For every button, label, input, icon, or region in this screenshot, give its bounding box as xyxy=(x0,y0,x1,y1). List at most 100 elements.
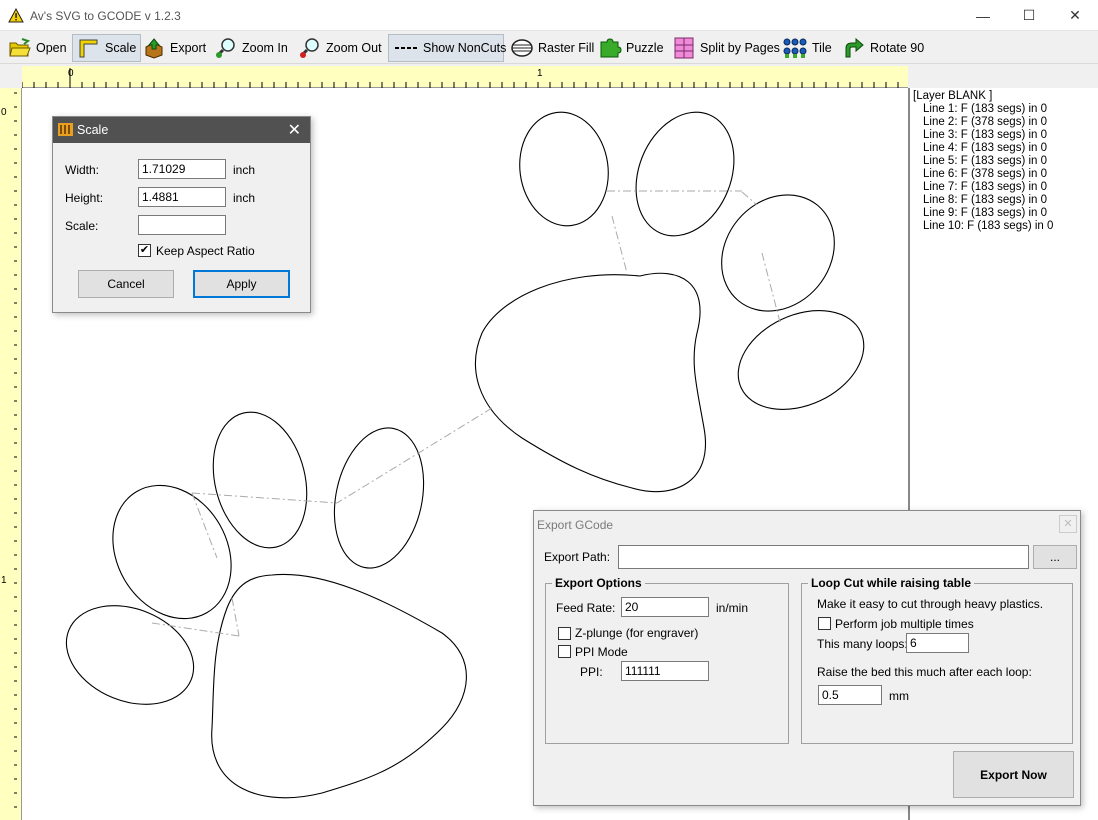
h-ruler-label-zero: 0 xyxy=(68,68,74,79)
close-window-button[interactable]: ✕ xyxy=(1052,0,1098,31)
layer-line-item[interactable]: Line 6: F (378 segs) in 0 xyxy=(913,168,1095,181)
export-dialog-titlebar[interactable]: Export GCode ✕ xyxy=(534,511,1080,537)
pad-shape[interactable] xyxy=(211,573,467,799)
close-icon[interactable]: ✕ xyxy=(1059,515,1077,533)
scale-input[interactable] xyxy=(138,215,226,235)
minimize-button[interactable]: — xyxy=(960,0,1006,31)
close-icon: ✕ xyxy=(1069,7,1081,23)
horizontal-ruler: 0 1 xyxy=(22,66,908,88)
split-pages-icon xyxy=(674,37,694,59)
open-button[interactable]: Open xyxy=(4,34,71,62)
checkmark-icon: ✔ xyxy=(139,244,150,256)
export-button[interactable]: Export xyxy=(138,34,210,62)
feed-rate-input[interactable] xyxy=(621,597,709,617)
keep-aspect-label: Keep Aspect Ratio xyxy=(156,244,255,258)
export-label: Export xyxy=(170,41,207,55)
scale-dialog-icon xyxy=(58,123,73,136)
toe-shape[interactable] xyxy=(512,106,615,231)
apply-button[interactable]: Apply xyxy=(193,270,290,298)
rotate-icon xyxy=(845,37,864,58)
puzzle-label: Puzzle xyxy=(626,41,664,55)
h-ruler-label-one: 1 xyxy=(537,68,543,79)
raise-bed-unit: mm xyxy=(889,689,909,703)
tile-button[interactable]: Tile xyxy=(778,34,836,62)
height-unit: inch xyxy=(233,191,256,205)
ppi-mode-checkbox[interactable] xyxy=(558,645,571,658)
loop-description: Make it easy to cut through heavy plasti… xyxy=(817,597,1044,611)
rotate-90-button[interactable]: Rotate 90 xyxy=(838,34,928,62)
pad-shape[interactable] xyxy=(475,272,706,493)
width-label: Width: xyxy=(65,163,100,177)
height-input[interactable] xyxy=(138,187,226,207)
loops-label: This many loops: xyxy=(817,637,908,651)
warning-logo-icon xyxy=(8,7,24,26)
width-input[interactable] xyxy=(138,159,226,179)
scale-dialog-title: Scale xyxy=(77,123,109,137)
title-bar: Av's SVG to GCODE v 1.2.3 — ☐ ✕ xyxy=(0,0,1098,31)
apply-label: Apply xyxy=(226,277,257,291)
layer-header[interactable]: [Layer BLANK ] xyxy=(913,90,1095,103)
layer-line-item[interactable]: Line 4: F (183 segs) in 0 xyxy=(913,142,1095,155)
split-by-pages-button[interactable]: Split by Pages xyxy=(668,34,784,62)
height-label: Height: xyxy=(65,191,104,205)
maximize-button[interactable]: ☐ xyxy=(1006,0,1052,31)
feed-rate-unit: in/min xyxy=(716,601,749,615)
layer-line-item[interactable]: Line 1: F (183 segs) in 0 xyxy=(913,103,1095,116)
ppi-input[interactable] xyxy=(621,661,709,681)
zoom-out-button[interactable]: Zoom Out xyxy=(294,34,386,62)
dashed-line-icon xyxy=(395,47,417,49)
maximize-icon: ☐ xyxy=(1022,7,1036,23)
toe-shape[interactable] xyxy=(322,420,436,577)
loop-cut-group: Loop Cut while raising table Make it eas… xyxy=(801,576,1073,744)
loops-input[interactable] xyxy=(906,633,969,653)
export-path-input[interactable] xyxy=(618,545,1029,569)
zoom-out-label: Zoom Out xyxy=(326,41,382,55)
layer-line-item[interactable]: Line 5: F (183 segs) in 0 xyxy=(913,155,1095,168)
keep-aspect-checkbox[interactable]: ✔ xyxy=(138,244,151,257)
toe-shape[interactable] xyxy=(89,464,254,640)
toolbar: Open Scale Export Zoom In Zoom Out Show … xyxy=(0,32,1098,64)
tile-label: Tile xyxy=(812,41,832,55)
scale-button[interactable]: Scale xyxy=(72,34,142,62)
toe-shape[interactable] xyxy=(722,291,880,428)
v-ruler-label-zero: 0 xyxy=(1,107,7,118)
layer-line-item[interactable]: Line 8: F (183 segs) in 0 xyxy=(913,194,1095,207)
toe-shape[interactable] xyxy=(698,172,857,334)
layer-line-item[interactable]: Line 10: F (183 segs) in 0 xyxy=(913,220,1095,233)
layer-line-item[interactable]: Line 3: F (183 segs) in 0 xyxy=(913,129,1095,142)
paw-print-upper xyxy=(475,106,880,493)
layer-line-item[interactable]: Line 7: F (183 segs) in 0 xyxy=(913,181,1095,194)
layer-line-item[interactable]: Line 2: F (378 segs) in 0 xyxy=(913,116,1095,129)
export-options-group: Export Options Feed Rate: in/min Z-plung… xyxy=(545,576,789,744)
zoom-in-button[interactable]: Zoom In xyxy=(210,34,292,62)
split-by-pages-label: Split by Pages xyxy=(700,41,780,55)
cancel-button[interactable]: Cancel xyxy=(78,270,174,298)
browse-button[interactable]: ... xyxy=(1033,545,1077,569)
export-now-button[interactable]: Export Now xyxy=(953,751,1074,798)
export-now-label: Export Now xyxy=(980,767,1047,782)
raise-bed-input[interactable] xyxy=(818,685,882,705)
close-icon[interactable]: ✕ xyxy=(288,120,301,140)
zoom-out-icon xyxy=(299,38,319,58)
ppi-label: PPI: xyxy=(580,665,603,679)
zoom-in-icon xyxy=(215,38,235,58)
toe-shape[interactable] xyxy=(200,402,321,558)
export-icon xyxy=(145,38,163,59)
toe-shape[interactable] xyxy=(52,588,209,723)
zplunge-checkbox[interactable] xyxy=(558,627,571,640)
cancel-label: Cancel xyxy=(107,277,145,291)
scale-dialog-titlebar[interactable]: Scale ✕ xyxy=(53,117,310,143)
puzzle-button[interactable]: Puzzle xyxy=(594,34,668,62)
zplunge-label: Z-plunge (for engraver) xyxy=(575,626,699,640)
raster-fill-label: Raster Fill xyxy=(538,41,595,55)
raster-fill-icon xyxy=(511,39,533,57)
window-title: Av's SVG to GCODE v 1.2.3 xyxy=(30,9,181,23)
show-noncuts-button[interactable]: Show NonCuts xyxy=(388,34,506,62)
perform-multiple-checkbox[interactable] xyxy=(818,617,831,630)
raster-fill-button[interactable]: Raster Fill xyxy=(506,34,598,62)
layer-line-item[interactable]: Line 9: F (183 segs) in 0 xyxy=(913,207,1095,220)
open-folder-icon xyxy=(9,38,31,57)
scale-label: Scale xyxy=(105,41,137,55)
scale-dialog: Scale ✕ Width: inch Height: inch Scale: … xyxy=(52,116,311,313)
puzzle-icon xyxy=(600,38,622,58)
